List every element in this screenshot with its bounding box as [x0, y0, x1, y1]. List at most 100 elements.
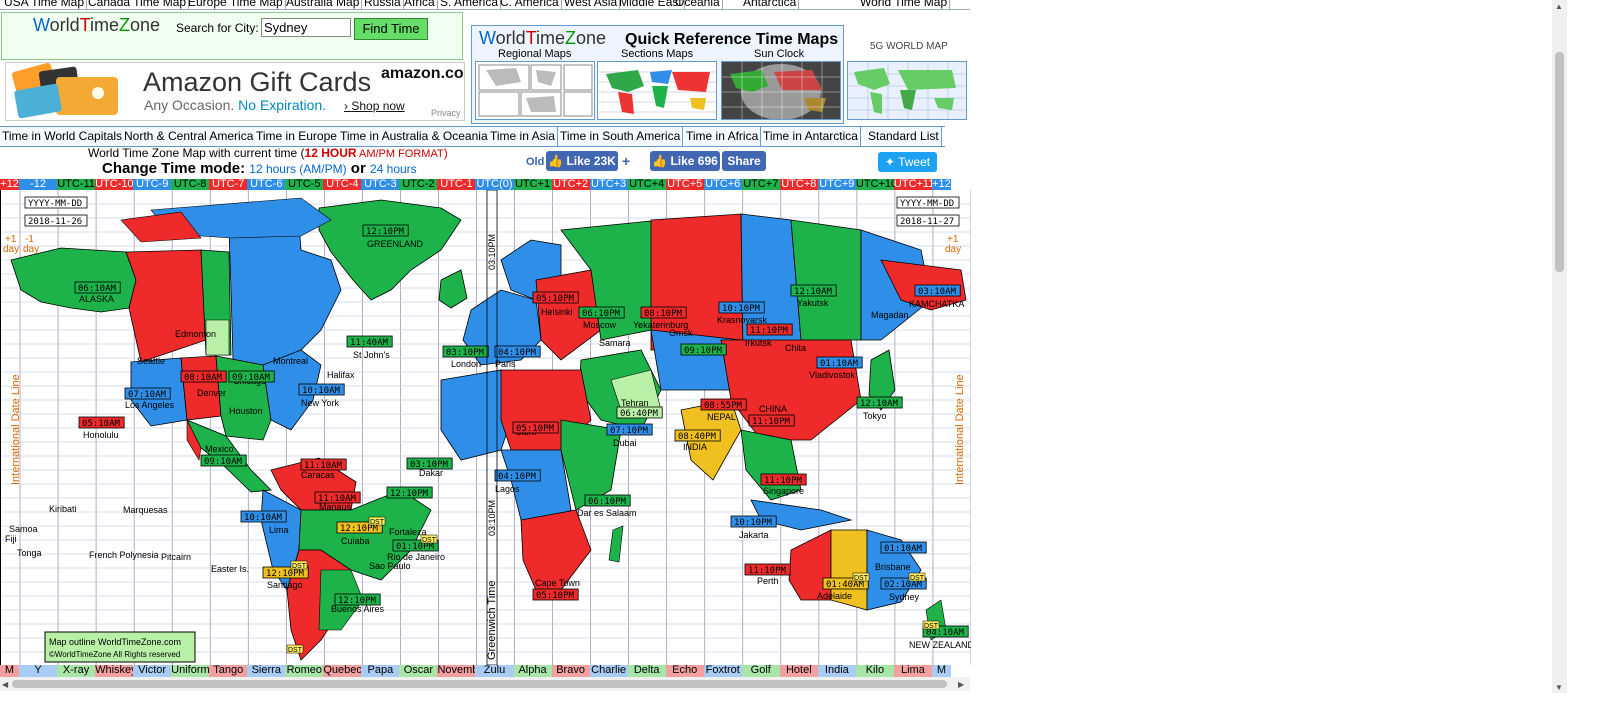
regional-maps-thumbnail[interactable] [475, 61, 595, 120]
dst-label: DST [924, 623, 939, 630]
ad-privacy-link[interactable]: Privacy [431, 108, 461, 118]
twitter-icon: ✦ [884, 155, 895, 169]
day-label: day [3, 244, 19, 255]
city-label: Cuiaba [341, 536, 370, 546]
region-tab[interactable]: Standard List [866, 127, 942, 146]
city-label: Vladivostok [809, 370, 856, 380]
day-label: day [23, 244, 39, 255]
facebook-like-button-2[interactable]: 👍 Like 696 [650, 151, 720, 171]
city-label: Honolulu [83, 430, 119, 440]
greenwich-time-top: 03:10PM [487, 234, 497, 270]
nato-zone-cell: Y [19, 665, 58, 677]
date-format-time: YYYY-MM-DD [900, 199, 954, 209]
site-logo[interactable]: WorldTimeZone [33, 15, 160, 36]
city-label: London [451, 359, 481, 369]
nato-zone-cell: Novemb [437, 665, 476, 677]
top-nav-link[interactable]: World Time Map [858, 0, 951, 9]
gift-cards-image [11, 63, 118, 119]
region-tab[interactable]: Time in World Capitals [0, 127, 126, 146]
top-nav-link[interactable]: Oceania [673, 0, 723, 9]
vertical-scroll-thumb[interactable] [1555, 52, 1564, 272]
city-time-time: 11:10PM [752, 417, 791, 427]
top-nav-link[interactable]: C. America [498, 0, 562, 9]
google-plus-button[interactable]: + [622, 153, 630, 169]
utc-offset-strip: +12 -12 UTC-11 UTC-10 UTC-9 UTC-8 UTC-7 UTC-6 UT… [0, 179, 970, 190]
nato-zone-cell: Foxtrot [703, 665, 742, 677]
utc-zone-cell: UTC-4 [323, 179, 362, 190]
city-label: Singapore [763, 486, 804, 496]
region-tab[interactable]: Time in South America [558, 127, 684, 146]
scroll-right-icon[interactable]: ▶ [958, 680, 964, 689]
facebook-like-button-1[interactable]: 👍 Like 23K [546, 151, 618, 171]
nato-zone-cell: Papa [361, 665, 400, 677]
like-count-2: Like 696 [670, 154, 718, 168]
utc-zone-cell: UTC+4 [627, 179, 666, 190]
city-label: Krasnoyarsk [717, 315, 768, 325]
scroll-up-icon[interactable]: ▲ [1555, 2, 1563, 11]
city-time-time: 08:55PM [704, 401, 743, 411]
city-time-time: 12:10AM [860, 399, 899, 409]
world-time-zone-map[interactable]: ALASKA 06:10AM GREENLAND 12:10PM Edmonton Sea… [0, 189, 975, 666]
city-label: Tehran [621, 398, 649, 408]
mode-24-hours-link[interactable]: 24 hours [370, 162, 417, 176]
utc-zone-cell: UTC+3 [589, 179, 628, 190]
nato-zone-cell: Sierra [247, 665, 286, 677]
scroll-down-icon[interactable]: ▼ [1555, 683, 1563, 692]
search-label: Search for City: [176, 21, 259, 35]
city-label: Denver [197, 388, 226, 398]
mode-or: or [350, 160, 366, 177]
city-label: Omsk [669, 328, 693, 338]
tweet-button[interactable]: ✦ Tweet [878, 152, 937, 172]
horizontal-scroll-thumb[interactable] [12, 680, 947, 688]
region-tab[interactable]: Time in Africa [684, 127, 762, 146]
sections-maps-label: Sections Maps [621, 48, 694, 60]
region-tab[interactable]: Time in Europe [254, 127, 340, 146]
city-time-time: 08:40PM [678, 432, 717, 442]
5g-world-map-title: 5G WORLD MAP [870, 41, 948, 52]
top-nav-link[interactable]: Africa [402, 0, 438, 9]
region-tab[interactable]: North & Central America [122, 127, 257, 146]
region-tab[interactable]: Time in Antarctica [761, 127, 861, 146]
top-nav-link[interactable]: West Asia [562, 0, 621, 9]
logo-t: T [79, 15, 91, 35]
utc-zone-cell: UTC-5 [285, 179, 324, 190]
city-time-time: 11:10PM [764, 476, 803, 486]
utc-zone-cell: UTC-3 [361, 179, 400, 190]
city-time-time: 05:10AM [82, 419, 121, 429]
qlogo-orld: orld [495, 28, 526, 48]
city-search-input[interactable] [261, 18, 351, 37]
amazon-ad[interactable]: Amazon Gift Cards Any Occasion. No Expir… [5, 62, 465, 121]
city-time-time: 12:10AM [794, 287, 833, 297]
format-12hour: 12 HOUR [304, 146, 357, 160]
sections-maps-thumbnail[interactable] [597, 61, 717, 120]
utc-zone-cell: UTC-1 [437, 179, 476, 190]
ad-sub-a: Any Occasion. [144, 97, 235, 113]
top-nav-link[interactable]: Antarctica [741, 0, 800, 9]
dst-label: DST [910, 575, 925, 582]
sun-clock-label: Sun Clock [754, 48, 805, 60]
day-label: day [945, 244, 961, 255]
top-nav-link[interactable]: USA Time Map [2, 0, 88, 9]
shop-now-link[interactable]: › Shop now [344, 99, 405, 113]
facebook-share-button[interactable]: Share [722, 151, 766, 171]
mode-12-hours-link[interactable]: 12 hours (AM/PM) [249, 162, 346, 176]
5g-world-map-thumbnail[interactable] [847, 61, 967, 120]
date-format-time: YYYY-MM-DD [28, 199, 82, 209]
top-nav-link[interactable]: Russia [362, 0, 404, 9]
top-nav-link[interactable]: Canada Time Map [86, 0, 190, 9]
ad-subtitle: Any Occasion. No Expiration. [144, 97, 326, 113]
region-tab[interactable]: Time in Asia [488, 127, 558, 146]
sun-clock-thumbnail[interactable] [721, 61, 841, 120]
city-time-time: 12:10PM [390, 489, 429, 499]
logo-ime: ime [90, 15, 120, 35]
top-nav-link[interactable]: Europe Time Map [186, 0, 286, 9]
city-time-time: 11:10PM [750, 326, 789, 336]
scroll-left-icon[interactable]: ◀ [2, 680, 8, 689]
find-time-button[interactable]: Find Time [354, 18, 428, 40]
madagascar-shape [608, 525, 624, 563]
greenwich-time-bottom: 03:10PM [487, 500, 497, 536]
region-tab[interactable]: Time in Australia & Oceania [338, 127, 491, 146]
top-nav-link[interactable]: Australia Map [284, 0, 363, 9]
top-nav-link[interactable]: S. America [438, 0, 502, 9]
ad-sub-b: No Expiration. [238, 97, 327, 113]
